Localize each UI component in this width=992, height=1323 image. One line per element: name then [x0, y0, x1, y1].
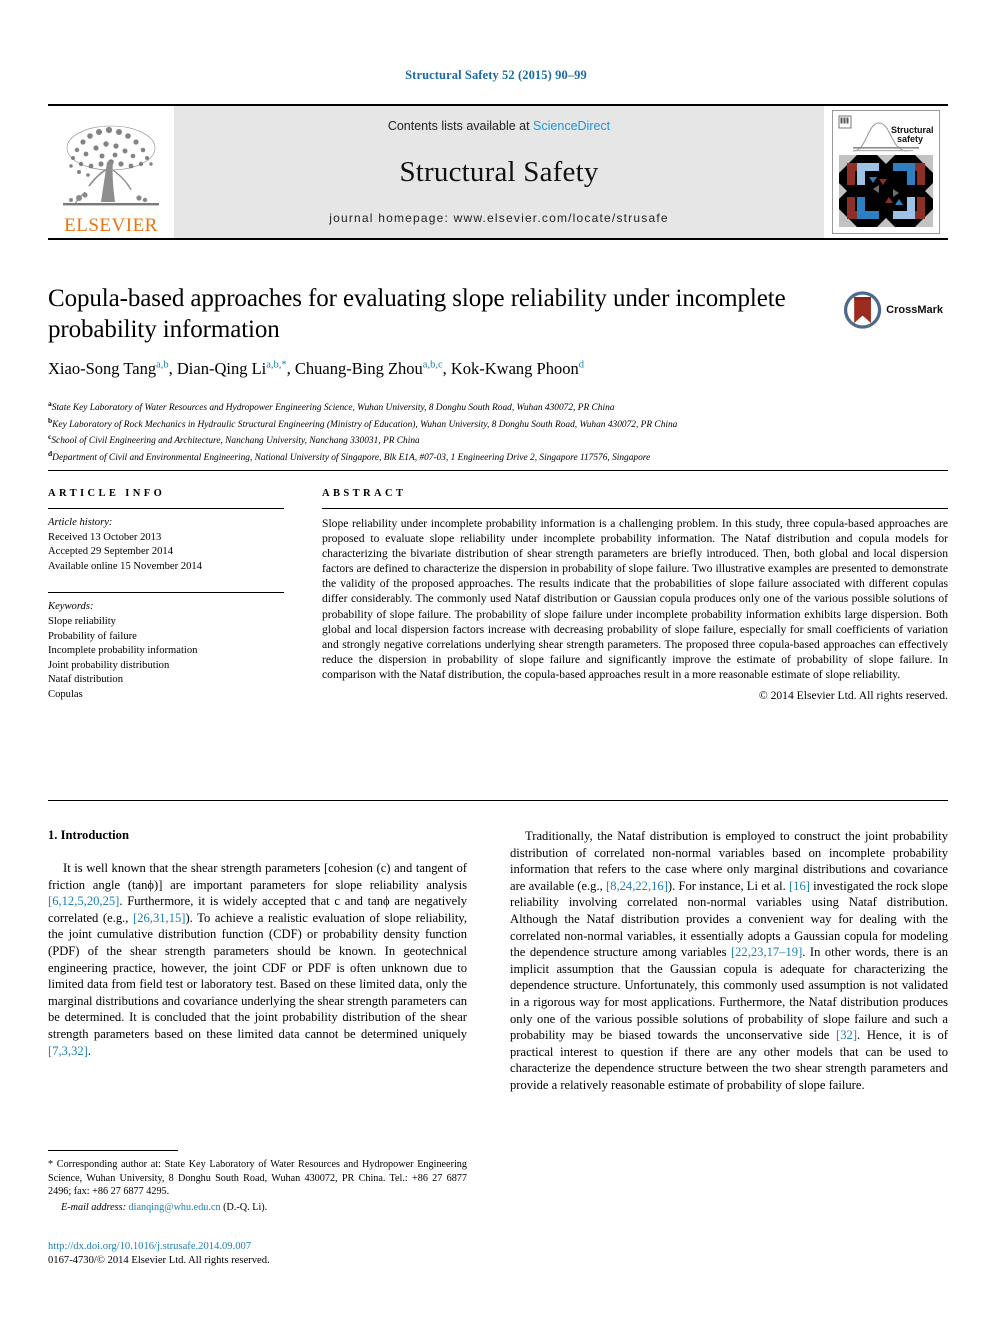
abstract-heading: ABSTRACT: [322, 488, 407, 499]
abstract-divider: [322, 508, 948, 509]
intro-paragraph-left: It is well known that the shear strength…: [48, 860, 467, 1059]
running-head: Structural Safety 52 (2015) 90–99: [405, 68, 587, 82]
footnote-rule: [48, 1150, 178, 1151]
journal-banner: Contents lists available at ScienceDirec…: [174, 106, 824, 238]
author-list: Xiao-Song Tanga,b, Dian-Qing Lia,b,*, Ch…: [48, 359, 808, 379]
article-info-divider: [48, 508, 284, 509]
info-rule-top: [48, 470, 948, 471]
affiliation-text: Key Laboratory of Rock Mechanics in Hydr…: [52, 419, 678, 430]
article-info-heading: ARTICLE INFO: [48, 488, 166, 499]
author-entry: Dian-Qing Lia,b,*,: [177, 359, 295, 378]
citation-link[interactable]: [7,3,32]: [48, 1044, 88, 1058]
journal-homepage-link[interactable]: journal homepage: www.elsevier.com/locat…: [329, 211, 668, 225]
author-entry: Kok-Kwang Phoond: [451, 359, 584, 378]
affiliation-text: State Key Laboratory of Water Resources …: [51, 403, 615, 414]
svg-text:safety: safety: [897, 134, 923, 144]
info-rule-bottom: [48, 800, 948, 801]
affiliation-item: bKey Laboratory of Rock Mechanics in Hyd…: [48, 415, 948, 432]
citation-link[interactable]: [16]: [789, 879, 810, 893]
affiliation-text: Department of Civil and Environmental En…: [52, 453, 651, 464]
keyword-item: Probability of failure: [48, 630, 137, 642]
article-info-block: ARTICLE INFO Article history: Received 1…: [48, 488, 284, 703]
elsevier-wordmark: ELSEVIER: [64, 215, 158, 236]
author-entry: Xiao-Song Tanga,b,: [48, 359, 177, 378]
sciencedirect-link[interactable]: ScienceDirect: [533, 119, 610, 133]
citation-link[interactable]: [8,24,22,16]: [606, 879, 668, 893]
elsevier-tree-icon: [63, 125, 159, 206]
footnote-email-line: E-mail address: dianqing@whu.edu.cn (D.-…: [48, 1201, 467, 1215]
crossmark-badge[interactable]: CrossMark: [843, 285, 943, 335]
issn-copyright-line: 0167-4730/© 2014 Elsevier Ltd. All right…: [48, 1254, 270, 1266]
contents-available-line: Contents lists available at ScienceDirec…: [388, 119, 610, 133]
author-affil-marker[interactable]: d: [579, 360, 584, 371]
article-history-received: Received 13 October 2013: [48, 531, 162, 543]
journal-title: Structural Safety: [399, 155, 599, 188]
article-history-accepted: Accepted 29 September 2014: [48, 546, 174, 558]
keywords-label: Keywords:: [48, 601, 94, 613]
author-sep: ,: [168, 359, 177, 378]
crossmark-label: CrossMark: [886, 304, 943, 316]
email-owner: (D.-Q. Li).: [223, 1201, 268, 1213]
keywords-divider: [48, 592, 284, 594]
title-block: Copula-based approaches for evaluating s…: [48, 283, 808, 379]
keyword-item: Joint probability distribution: [48, 659, 170, 671]
keyword-item: Slope reliability: [48, 615, 116, 627]
paragraph-text: .: [87, 1043, 92, 1058]
footnote-corresponding-text: * Corresponding author at: State Key Lab…: [48, 1159, 467, 1198]
abstract-text: Slope reliability under incomplete proba…: [322, 517, 948, 681]
author-affil-marker[interactable]: a,b,: [266, 360, 281, 371]
author-affil-marker[interactable]: a,b: [156, 360, 169, 371]
body-column-right: Traditionally, the Nataf distribution is…: [510, 828, 948, 1094]
corresponding-author-footnote: * Corresponding author at: State Key Lab…: [48, 1150, 467, 1214]
author-name: Dian-Qing Li: [176, 359, 267, 378]
author-name: Xiao-Song Tang: [48, 359, 157, 378]
elsevier-logo: ELSEVIER: [48, 106, 174, 238]
abstract-block: ABSTRACT Slope reliability under incompl…: [322, 488, 948, 702]
keyword-item: Copulas: [48, 688, 83, 700]
paper-page: Structural Safety 52 (2015) 90–99 ELSEVI…: [0, 0, 992, 1323]
citation-link[interactable]: [22,23,17–19]: [731, 945, 802, 959]
affiliation-item: dDepartment of Civil and Environmental E…: [48, 448, 948, 465]
contents-prefix-text: Contents lists available at: [387, 119, 534, 133]
paragraph-text: ). For instance, Li et al.: [667, 878, 789, 893]
affiliation-text: School of Civil Engineering and Architec…: [51, 436, 420, 447]
keyword-item: Incomplete probability information: [48, 645, 198, 657]
author-sep: ,: [286, 359, 295, 378]
doi-link[interactable]: http://dx.doi.org/10.1016/j.strusafe.201…: [48, 1240, 467, 1254]
journal-cover-art-icon: Structural safety: [833, 111, 939, 233]
affiliation-item: cSchool of Civil Engineering and Archite…: [48, 431, 948, 448]
body-column-left: 1. Introduction It is well known that th…: [48, 828, 467, 1059]
affiliation-list: aState Key Laboratory of Water Resources…: [48, 398, 948, 465]
journal-masthead: ELSEVIER Contents lists available at Sci…: [48, 104, 948, 240]
keyword-item: Nataf distribution: [48, 674, 124, 686]
author-affil-marker[interactable]: a,b,c: [423, 360, 443, 371]
citation-link[interactable]: [6,12,5,20,25]: [48, 894, 119, 908]
article-history-online: Available online 15 November 2014: [48, 560, 202, 572]
author-entry: Chuang-Bing Zhoua,b,c,: [295, 359, 451, 378]
citation-link[interactable]: [26,31,15]: [133, 911, 185, 925]
intro-paragraph-right: Traditionally, the Nataf distribution is…: [510, 828, 948, 1094]
page-title: Copula-based approaches for evaluating s…: [48, 285, 786, 343]
section-heading-introduction: 1. Introduction: [48, 828, 129, 842]
crossmark-icon: [843, 291, 882, 329]
journal-cover-thumbnail: Structural safety: [824, 106, 948, 238]
doi-block: http://dx.doi.org/10.1016/j.strusafe.201…: [48, 1240, 467, 1267]
email-link[interactable]: dianqing@whu.edu.cn: [129, 1202, 221, 1213]
author-name: Kok-Kwang Phoon: [450, 359, 579, 378]
citation-link[interactable]: [32]: [836, 1028, 857, 1042]
affiliation-item: aState Key Laboratory of Water Resources…: [48, 398, 948, 415]
paragraph-text: ). To achieve a realistic evaluation of …: [48, 910, 467, 1041]
copyright-line: © 2014 Elsevier Ltd. All rights reserved…: [758, 689, 948, 703]
paragraph-text: It is well known that the shear strength…: [48, 861, 467, 892]
author-name: Chuang-Bing Zhou: [294, 359, 423, 378]
article-history-label: Article history:: [48, 517, 113, 528]
email-label: E-mail address:: [61, 1201, 126, 1213]
author-sep: ,: [442, 359, 451, 378]
